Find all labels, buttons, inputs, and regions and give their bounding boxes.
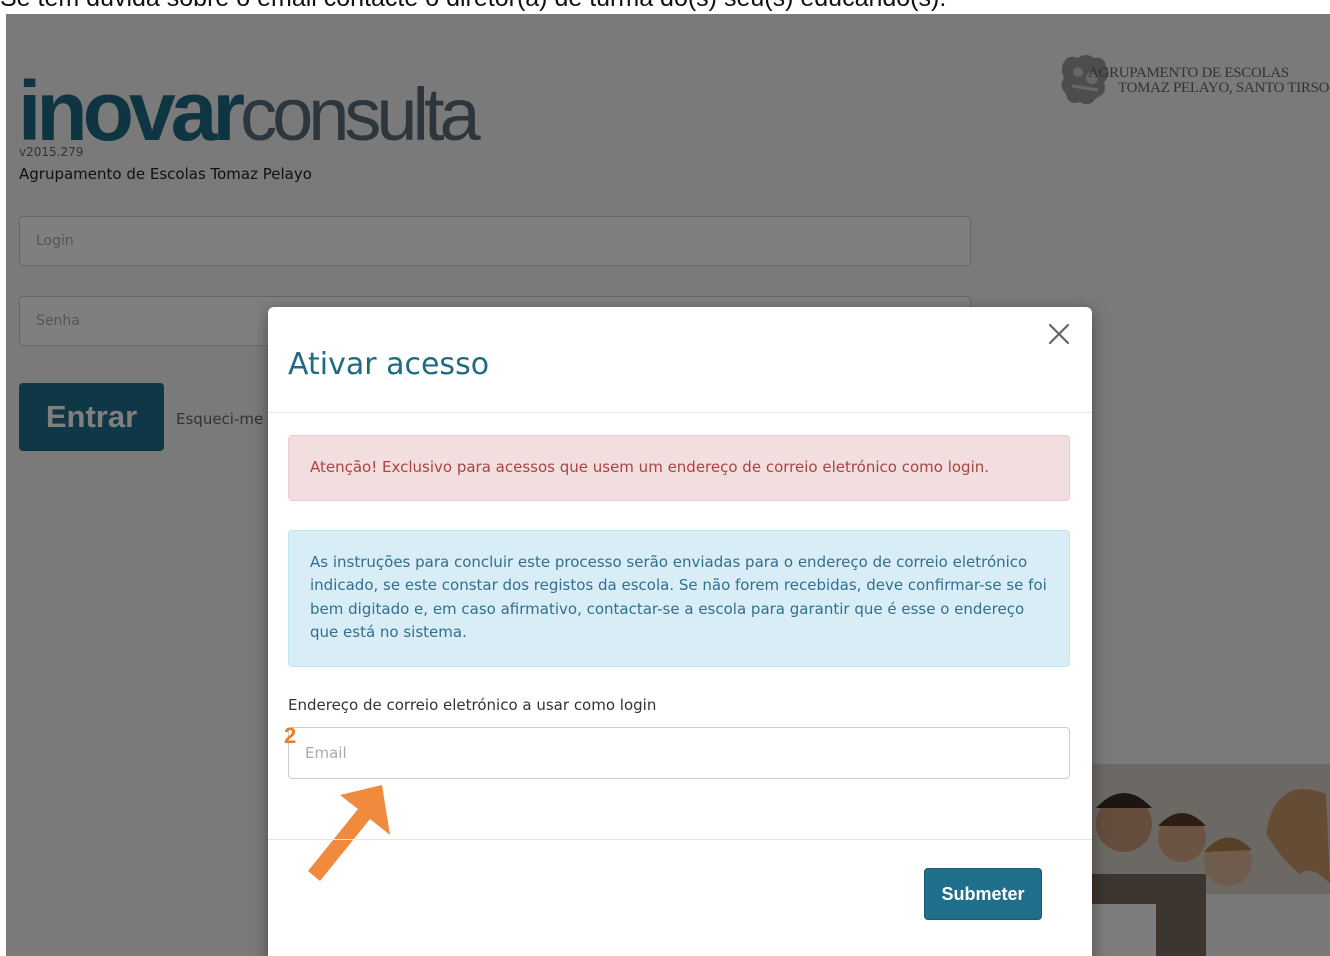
warning-alert: Atenção! Exclusivo para acessos que usem… bbox=[288, 435, 1070, 501]
dialog-title: Ativar acesso bbox=[288, 347, 490, 382]
info-alert: As instruções para concluir este process… bbox=[288, 530, 1070, 667]
dialog-header-divider bbox=[268, 412, 1092, 413]
instruction-caption: Se tem dúvida sobre o email contacte o d… bbox=[0, 0, 1330, 12]
step-number-badge: 2 bbox=[284, 723, 297, 748]
app-screen: inovarconsulta v2015.279 Agrupamento de … bbox=[6, 14, 1330, 956]
activate-access-dialog: Ativar acesso Atenção! Exclusivo para ac… bbox=[268, 307, 1092, 956]
email-label: Endereço de correio eletrónico a usar co… bbox=[288, 696, 657, 714]
pointer-arrow-icon bbox=[308, 785, 390, 881]
dialog-footer-divider bbox=[268, 839, 1092, 840]
close-icon[interactable] bbox=[1044, 319, 1074, 349]
submit-button[interactable]: Submeter bbox=[924, 868, 1042, 920]
email-input[interactable] bbox=[288, 727, 1070, 779]
